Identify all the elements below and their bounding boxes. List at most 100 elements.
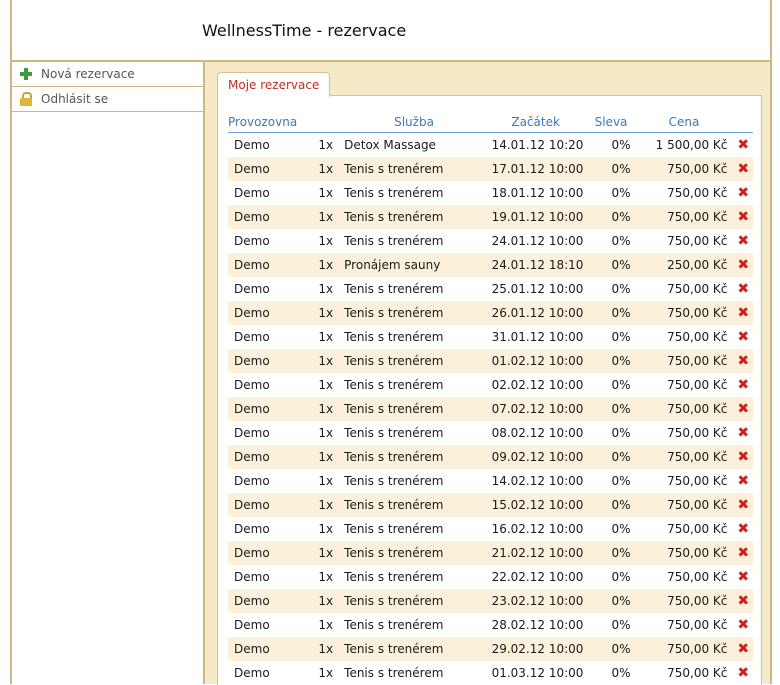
- table-row: Demo1xTenis s trenérem25.01.12 10:000%75…: [228, 277, 753, 301]
- delete-icon[interactable]: ✖: [737, 617, 749, 633]
- quantity-cell: 1x: [307, 517, 344, 541]
- table-row: Demo1xTenis s trenérem22.02.12 10:000%75…: [228, 565, 753, 589]
- service-cell: Tenis s trenérem: [344, 349, 484, 373]
- price-cell: 750,00 Kč: [635, 469, 734, 493]
- delete-icon[interactable]: ✖: [737, 305, 749, 321]
- discount-cell: 0%: [587, 397, 634, 421]
- price-cell: 750,00 Kč: [635, 637, 734, 661]
- table-row: Demo1xTenis s trenérem15.02.12 10:000%75…: [228, 493, 753, 517]
- tab-my-reservations[interactable]: Moje rezervace: [217, 72, 330, 97]
- delete-icon[interactable]: ✖: [737, 401, 749, 417]
- column-header-price[interactable]: Cena: [635, 112, 734, 133]
- delete-icon[interactable]: ✖: [737, 233, 749, 249]
- quantity-cell: 1x: [307, 301, 344, 325]
- venue-cell: Demo: [228, 493, 307, 517]
- delete-icon[interactable]: ✖: [737, 473, 749, 489]
- sidebar-item-new-reservation[interactable]: Nová rezervace: [12, 62, 203, 87]
- service-cell: Tenis s trenérem: [344, 325, 484, 349]
- reservations-table: Provozovna Služba Začátek Sleva Cena Dem…: [228, 112, 753, 685]
- delete-cell: ✖: [733, 301, 753, 325]
- delete-icon[interactable]: ✖: [737, 353, 749, 369]
- delete-icon[interactable]: ✖: [737, 209, 749, 225]
- table-row: Demo1xTenis s trenérem01.02.12 10:000%75…: [228, 349, 753, 373]
- service-cell: Tenis s trenérem: [344, 469, 484, 493]
- service-cell: Tenis s trenérem: [344, 637, 484, 661]
- service-cell: Tenis s trenérem: [344, 565, 484, 589]
- sidebar-item-label: Nová rezervace: [41, 67, 135, 81]
- discount-cell: 0%: [587, 133, 634, 158]
- quantity-cell: 1x: [307, 157, 344, 181]
- venue-cell: Demo: [228, 349, 307, 373]
- delete-cell: ✖: [733, 637, 753, 661]
- table-row: Demo1xTenis s trenérem07.02.12 10:000%75…: [228, 397, 753, 421]
- discount-cell: 0%: [587, 325, 634, 349]
- table-row: Demo1xTenis s trenérem24.01.12 10:000%75…: [228, 229, 753, 253]
- service-cell: Tenis s trenérem: [344, 397, 484, 421]
- start-cell: 24.01.12 10:00: [484, 229, 588, 253]
- table-row: Demo1xTenis s trenérem16.02.12 10:000%75…: [228, 517, 753, 541]
- delete-icon[interactable]: ✖: [737, 329, 749, 345]
- column-header-discount[interactable]: Sleva: [587, 112, 634, 133]
- start-cell: 23.02.12 10:00: [484, 589, 588, 613]
- column-header-quantity: [307, 112, 344, 133]
- table-row: Demo1xTenis s trenérem01.03.12 10:000%75…: [228, 661, 753, 685]
- discount-cell: 0%: [587, 613, 634, 637]
- column-header-venue[interactable]: Provozovna: [228, 112, 307, 133]
- delete-icon[interactable]: ✖: [737, 641, 749, 657]
- frame-right-border: [770, 0, 772, 684]
- quantity-cell: 1x: [307, 133, 344, 158]
- quantity-cell: 1x: [307, 373, 344, 397]
- discount-cell: 0%: [587, 589, 634, 613]
- venue-cell: Demo: [228, 637, 307, 661]
- start-cell: 18.01.12 10:00: [484, 181, 588, 205]
- start-cell: 31.01.12 10:00: [484, 325, 588, 349]
- table-row: Demo1xTenis s trenérem29.02.12 10:000%75…: [228, 637, 753, 661]
- quantity-cell: 1x: [307, 445, 344, 469]
- app-title: WellnessTime - rezervace: [202, 21, 406, 40]
- delete-cell: ✖: [733, 493, 753, 517]
- delete-icon[interactable]: ✖: [737, 521, 749, 537]
- lock-icon: [19, 92, 33, 106]
- delete-icon[interactable]: ✖: [737, 137, 749, 153]
- price-cell: 750,00 Kč: [635, 493, 734, 517]
- venue-cell: Demo: [228, 613, 307, 637]
- delete-icon[interactable]: ✖: [737, 593, 749, 609]
- table-row: Demo1xDetox Massage14.01.12 10:200%1 500…: [228, 133, 753, 158]
- sidebar-item-logout[interactable]: Odhlásit se: [12, 87, 203, 112]
- start-cell: 15.02.12 10:00: [484, 493, 588, 517]
- table-row: Demo1xTenis s trenérem14.02.12 10:000%75…: [228, 469, 753, 493]
- start-cell: 01.03.12 10:00: [484, 661, 588, 685]
- delete-icon[interactable]: ✖: [737, 257, 749, 273]
- delete-icon[interactable]: ✖: [737, 161, 749, 177]
- start-cell: 22.02.12 10:00: [484, 565, 588, 589]
- price-cell: 750,00 Kč: [635, 181, 734, 205]
- discount-cell: 0%: [587, 421, 634, 445]
- delete-icon[interactable]: ✖: [737, 665, 749, 681]
- quantity-cell: 1x: [307, 325, 344, 349]
- discount-cell: 0%: [587, 469, 634, 493]
- delete-cell: ✖: [733, 181, 753, 205]
- delete-icon[interactable]: ✖: [737, 449, 749, 465]
- service-cell: Tenis s trenérem: [344, 589, 484, 613]
- quantity-cell: 1x: [307, 661, 344, 685]
- column-header-start[interactable]: Začátek: [484, 112, 588, 133]
- main-content: Moje rezervace Provozovna Služba Začátek…: [205, 62, 770, 684]
- delete-icon[interactable]: ✖: [737, 569, 749, 585]
- quantity-cell: 1x: [307, 589, 344, 613]
- delete-icon[interactable]: ✖: [737, 497, 749, 513]
- venue-cell: Demo: [228, 565, 307, 589]
- table-row: Demo1xTenis s trenérem28.02.12 10:000%75…: [228, 613, 753, 637]
- delete-cell: ✖: [733, 565, 753, 589]
- delete-icon[interactable]: ✖: [737, 281, 749, 297]
- column-header-service[interactable]: Služba: [344, 112, 484, 133]
- start-cell: 07.02.12 10:00: [484, 397, 588, 421]
- start-cell: 09.02.12 10:00: [484, 445, 588, 469]
- delete-icon[interactable]: ✖: [737, 185, 749, 201]
- discount-cell: 0%: [587, 373, 634, 397]
- delete-icon[interactable]: ✖: [737, 545, 749, 561]
- delete-icon[interactable]: ✖: [737, 425, 749, 441]
- plus-icon: [19, 67, 33, 81]
- venue-cell: Demo: [228, 325, 307, 349]
- price-cell: 750,00 Kč: [635, 373, 734, 397]
- delete-icon[interactable]: ✖: [737, 377, 749, 393]
